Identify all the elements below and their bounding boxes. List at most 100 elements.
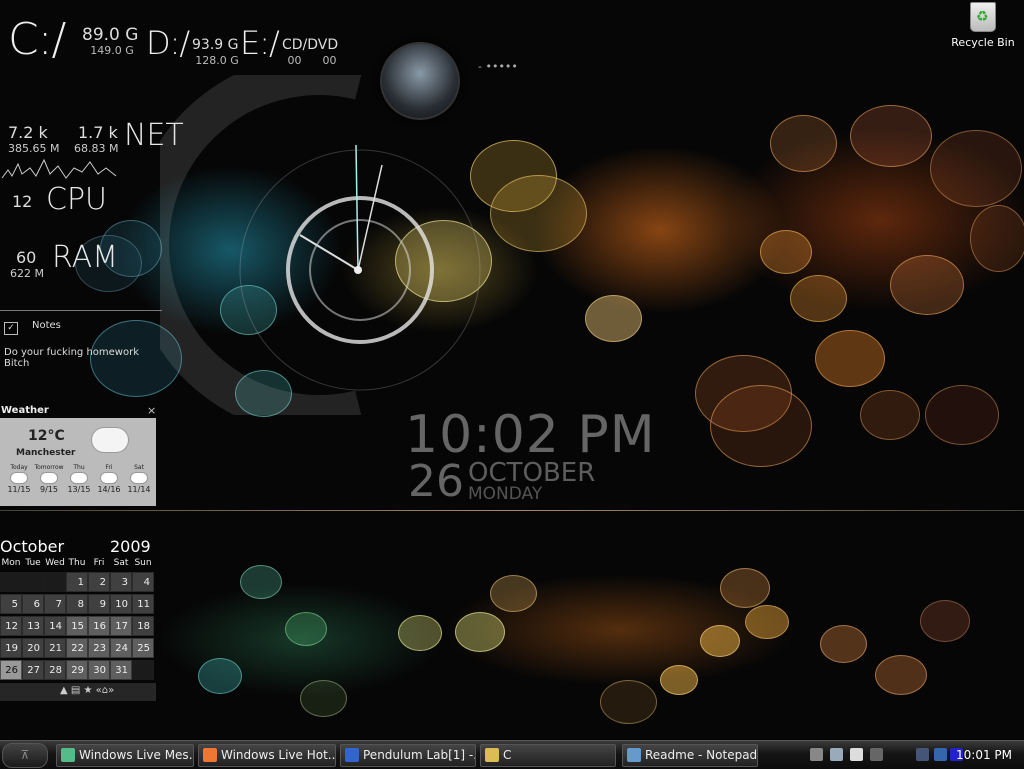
- tray-bluetooth-icon[interactable]: [934, 748, 947, 761]
- recycle-bin-icon: ♻: [970, 2, 996, 32]
- drive-d-letter: D:/: [146, 24, 190, 62]
- calendar-day[interactable]: 31: [110, 660, 132, 680]
- ram-widget: 60 622 M: [10, 248, 44, 280]
- tray-help-icon[interactable]: [850, 748, 863, 761]
- calendar-day[interactable]: 27: [22, 660, 44, 680]
- weather-day-icon: [41, 473, 57, 483]
- clock-day: 26: [408, 456, 464, 507]
- weather-day-range: 11/15: [7, 485, 31, 494]
- clock-weekday: MONDAY: [468, 484, 543, 504]
- recycle-bin[interactable]: ♻ Recycle Bin: [948, 2, 1018, 49]
- weather-day-icon: [101, 473, 117, 483]
- taskbar-button-1[interactable]: Windows Live Hot...: [198, 744, 336, 767]
- divider-line: [0, 510, 1024, 511]
- notes-check-icon[interactable]: ✓: [4, 322, 18, 335]
- drive-c-widget: C:/: [8, 14, 66, 65]
- calendar-day[interactable]: 29: [66, 660, 88, 680]
- calendar-weekday: Sat: [113, 558, 129, 568]
- taskbar: ⊼ Windows Live Mes... Windows Live Hot...…: [0, 740, 1024, 769]
- tray-monitor-icon[interactable]: [830, 748, 843, 761]
- weather-day-name: Fri: [105, 464, 113, 471]
- tray-pen-icon[interactable]: [810, 748, 823, 761]
- weather-day-3: Fri 14/16: [94, 464, 124, 494]
- calendar-year: 2009: [110, 537, 151, 556]
- notes-text-line2: Bitch: [4, 358, 30, 369]
- dock-dots[interactable]: - •••••: [478, 60, 518, 73]
- taskbar-button-3[interactable]: C: [480, 744, 616, 767]
- taskbar-app-icon: [61, 748, 75, 762]
- clock-month: OCTOBER: [468, 458, 596, 488]
- calendar-day[interactable]: 2: [88, 572, 110, 592]
- recycle-bin-label: Recycle Bin: [951, 36, 1015, 49]
- ram-value: 60: [16, 248, 37, 267]
- drive-d-free: 93.9 G: [192, 37, 239, 53]
- weather-day-icon: [11, 473, 27, 483]
- calendar-day[interactable]: 5: [0, 594, 22, 614]
- calendar-day[interactable]: 10: [110, 594, 132, 614]
- calendar-day[interactable]: 18: [132, 616, 154, 636]
- calendar-weekday: Mon: [1, 558, 21, 568]
- calendar-day[interactable]: 22: [66, 638, 88, 658]
- tray-app-icon[interactable]: [916, 748, 929, 761]
- start-button[interactable]: ⊼: [2, 743, 48, 768]
- calendar-day[interactable]: 15: [66, 616, 88, 636]
- calendar-day[interactable]: 6: [22, 594, 44, 614]
- calendar-day[interactable]: 24: [110, 638, 132, 658]
- taskbar-app-icon: [485, 748, 499, 762]
- calendar-day[interactable]: 13: [22, 616, 44, 636]
- weather-day-name: Thu: [73, 464, 85, 471]
- calendar-day[interactable]: 12: [0, 616, 22, 636]
- calendar-day[interactable]: 9: [88, 594, 110, 614]
- calendar-weekday: Fri: [93, 558, 105, 568]
- taskbar-button-label: Pendulum Lab[1] -...: [363, 748, 476, 762]
- calendar-day[interactable]: 25: [132, 638, 154, 658]
- weather-widget[interactable]: 12°C Manchester Today 11/15 Tomorrow 9/15 Th…: [0, 418, 156, 506]
- drive-e-widget: E:/: [240, 24, 280, 62]
- taskbar-button-0[interactable]: Windows Live Mes...: [56, 744, 194, 767]
- calendar-day[interactable]: 17: [110, 616, 132, 636]
- calendar-day[interactable]: 11: [132, 594, 154, 614]
- drive-d-stats: 93.9 G 128.0 G: [192, 36, 242, 67]
- calendar-day[interactable]: 23: [88, 638, 110, 658]
- calendar-weekday: Wed: [45, 558, 65, 568]
- calendar-day[interactable]: 21: [44, 638, 66, 658]
- calendar-weekday: Tue: [25, 558, 41, 568]
- calendar-day: [44, 572, 66, 592]
- calendar-day[interactable]: 14: [44, 616, 66, 636]
- drive-e-stats: CD/DVD 00 00: [282, 36, 342, 67]
- cpu-value: 12: [12, 192, 33, 211]
- calendar-day[interactable]: 7: [44, 594, 66, 614]
- taskbar-clock[interactable]: 10:01 PM: [956, 748, 1012, 762]
- calendar-day[interactable]: 1: [66, 572, 88, 592]
- weather-city: Manchester: [16, 448, 76, 458]
- weather-day-range: 13/15: [67, 485, 91, 494]
- drive-e-free: CD/DVD: [282, 37, 339, 53]
- calendar-day[interactable]: 19: [0, 638, 22, 658]
- calendar-day[interactable]: 20: [22, 638, 44, 658]
- weather-close-icon[interactable]: ×: [147, 404, 156, 417]
- notes-widget[interactable]: ✓ Notes Do your fucking homework Bitch: [4, 320, 164, 369]
- ram-used: 622 M: [10, 267, 44, 280]
- calendar-day: [22, 572, 44, 592]
- calendar-day: [132, 660, 154, 680]
- system-tray: 10:01 PM: [804, 743, 1024, 767]
- weather-day-0: Today 11/15: [4, 464, 34, 494]
- taskbar-app-icon: [345, 748, 359, 762]
- calendar-day[interactable]: 16: [88, 616, 110, 636]
- calendar-day[interactable]: 26: [0, 660, 22, 680]
- weather-day-icon: [131, 473, 147, 483]
- weather-day-range: 11/14: [127, 485, 151, 494]
- taskbar-button-4[interactable]: Readme - Notepad: [622, 744, 758, 767]
- drive-c-stats: 89.0 G 149.0 G: [82, 26, 142, 57]
- calendar-day[interactable]: 28: [44, 660, 66, 680]
- calendar-day[interactable]: 8: [66, 594, 88, 614]
- drive-e-total: 00 00: [287, 54, 337, 67]
- calendar-footer: ▲ ▤ ★ «⌂»: [0, 683, 156, 701]
- tray-volume-icon[interactable]: [870, 748, 883, 761]
- calendar-day[interactable]: 4: [132, 572, 154, 592]
- calendar-nav-icons[interactable]: ▲ ▤ ★ «⌂»: [60, 685, 114, 696]
- weather-day-name: Tomorrow: [34, 464, 64, 471]
- calendar-day[interactable]: 30: [88, 660, 110, 680]
- taskbar-button-2[interactable]: Pendulum Lab[1] -...: [340, 744, 476, 767]
- calendar-day[interactable]: 3: [110, 572, 132, 592]
